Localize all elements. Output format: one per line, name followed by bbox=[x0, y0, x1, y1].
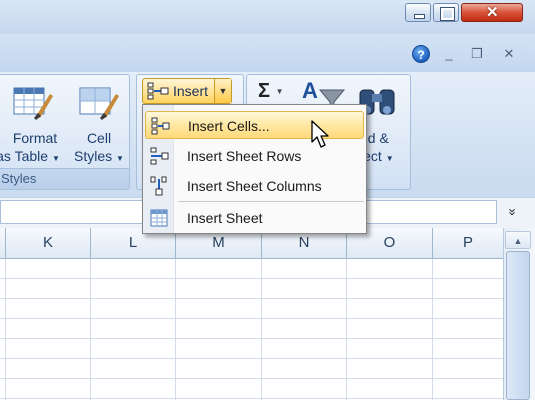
chevron-down-icon[interactable]: ▼ bbox=[214, 79, 231, 103]
row-gridline bbox=[0, 298, 503, 299]
insert-split-button[interactable]: Insert ▼ bbox=[142, 78, 232, 104]
scroll-up-button[interactable]: ▲ bbox=[505, 231, 531, 249]
chevron-down-icon: ▼ bbox=[116, 154, 124, 163]
insert-sheet-rows-icon bbox=[149, 146, 169, 166]
chevron-down-icon: ▼ bbox=[275, 87, 284, 97]
svg-text:A: A bbox=[302, 78, 318, 103]
cell-styles-icon bbox=[76, 82, 120, 122]
minimize-icon bbox=[414, 14, 425, 19]
autosum-button[interactable]: Σ ▼ bbox=[258, 80, 284, 103]
menu-item-insert-sheet[interactable]: Insert Sheet bbox=[145, 204, 364, 232]
ribbon-minimize-button[interactable]: _ bbox=[440, 45, 458, 63]
column-gridline bbox=[90, 259, 91, 400]
find-select-button[interactable]: nd & lect ▼ bbox=[360, 129, 408, 168]
maximize-window-button[interactable] bbox=[433, 3, 459, 22]
format-as-table-button[interactable]: Format as Table ▼ bbox=[0, 129, 64, 168]
column-gridline bbox=[346, 259, 347, 400]
format-as-table-line1: Format bbox=[12, 130, 58, 146]
chevron-down-icon: ▼ bbox=[385, 154, 394, 163]
column-header-k[interactable]: K bbox=[6, 228, 91, 258]
styles-group-label: Styles bbox=[0, 168, 129, 189]
worksheet-grid[interactable] bbox=[0, 259, 503, 400]
cell-styles-line2: Styles bbox=[74, 148, 113, 164]
maximize-icon bbox=[440, 7, 455, 21]
menu-item-insert-sheet-columns[interactable]: Insert Sheet Columns bbox=[145, 172, 364, 200]
ribbon-restore-button[interactable]: ❐ bbox=[468, 45, 486, 63]
insert-button-label: Insert bbox=[173, 83, 209, 99]
double-chevron-down-icon: » bbox=[505, 208, 521, 216]
insert-cells-icon bbox=[150, 116, 170, 136]
column-gridline bbox=[432, 259, 433, 400]
row-gridline bbox=[0, 378, 503, 379]
scrollbar-thumb[interactable] bbox=[506, 251, 530, 400]
menu-item-label: Insert Cells... bbox=[188, 118, 270, 134]
column-header-p[interactable]: P bbox=[433, 228, 503, 258]
column-gridline bbox=[261, 259, 262, 400]
insert-cells-icon bbox=[147, 82, 169, 100]
column-gridline bbox=[175, 259, 176, 400]
sum-icon: Σ bbox=[258, 80, 271, 102]
window-title-bar: ✕ bbox=[0, 0, 535, 34]
row-gridline bbox=[0, 278, 503, 279]
menu-separator bbox=[178, 201, 364, 202]
mouse-pointer-icon bbox=[311, 120, 333, 150]
arrow-up-icon: ▲ bbox=[513, 236, 523, 246]
ribbon-close-button[interactable]: ✕ bbox=[500, 45, 518, 63]
help-icon[interactable]: ? bbox=[412, 45, 430, 63]
menu-item-label: Insert Sheet Rows bbox=[187, 148, 302, 164]
menu-item-label: Insert Sheet bbox=[187, 210, 263, 226]
row-gridline bbox=[0, 318, 503, 319]
chevron-down-icon: ▼ bbox=[51, 154, 60, 163]
row-gridline bbox=[0, 338, 503, 339]
close-window-button[interactable]: ✕ bbox=[461, 3, 523, 22]
find-select-line1: nd & bbox=[360, 130, 389, 146]
expand-formula-bar-button[interactable]: » bbox=[503, 201, 523, 223]
row-gridline bbox=[0, 398, 503, 399]
format-as-table-line2: as Table bbox=[0, 148, 49, 164]
cell-styles-line1: Cell bbox=[86, 130, 112, 146]
format-as-table-icon bbox=[10, 82, 54, 122]
cell-styles-button[interactable]: Cell Styles ▼ bbox=[70, 129, 128, 168]
column-gridline bbox=[5, 259, 6, 400]
close-icon: ✕ bbox=[486, 4, 499, 21]
menu-item-label: Insert Sheet Columns bbox=[187, 178, 322, 194]
insert-sheet-columns-icon bbox=[149, 176, 169, 196]
row-gridline bbox=[0, 358, 503, 359]
insert-sheet-icon bbox=[149, 208, 169, 228]
minimize-window-button[interactable] bbox=[405, 3, 431, 22]
